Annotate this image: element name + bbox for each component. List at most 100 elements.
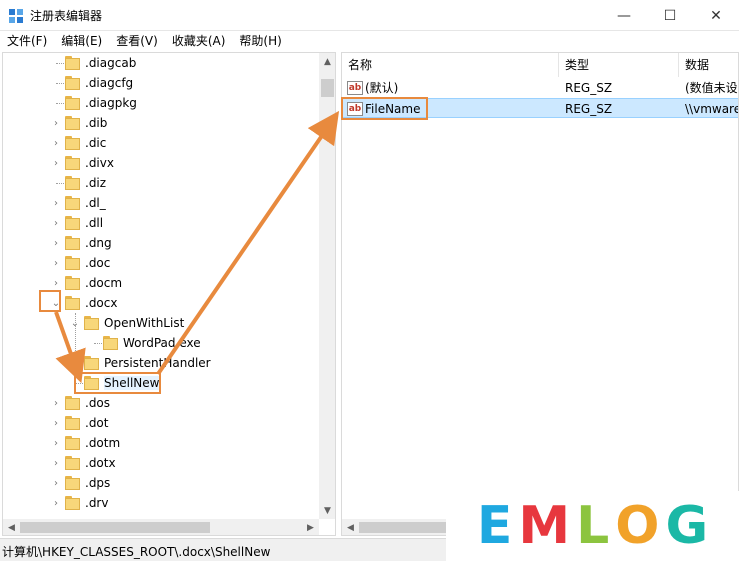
folder-icon <box>65 176 80 190</box>
chevron-right-icon[interactable]: › <box>50 413 62 433</box>
registry-values-pane: 名称 类型 数据 ab (默认) REG_SZ (数值未设 ab FileNam… <box>341 52 739 536</box>
tree-item[interactable]: › .dl_ <box>3 193 319 213</box>
tree-item-label: .diagcfg <box>85 76 134 90</box>
folder-icon <box>65 456 80 470</box>
scroll-left-icon[interactable]: ◀ <box>3 519 20 535</box>
chevron-right-icon[interactable]: › <box>50 433 62 453</box>
close-button[interactable]: ✕ <box>693 0 739 31</box>
tree-connector <box>56 183 64 184</box>
logo-letter: G <box>665 496 709 556</box>
chevron-right-icon[interactable]: › <box>50 193 62 213</box>
chevron-right-icon[interactable]: › <box>50 133 62 153</box>
maximize-button[interactable]: ☐ <box>647 0 693 31</box>
tree-item-label: .diagpkg <box>85 96 137 110</box>
chevron-right-icon[interactable]: › <box>50 393 62 413</box>
tree-item[interactable]: › .drv <box>3 493 319 513</box>
emlog-watermark: E M L O G <box>446 491 739 561</box>
folder-icon <box>65 276 80 290</box>
tree-item-label: .dot <box>85 416 109 430</box>
chevron-right-icon[interactable]: › <box>50 153 62 173</box>
tree-item[interactable]: ⌄ OpenWithList <box>3 313 319 333</box>
chevron-right-icon[interactable]: › <box>50 213 62 233</box>
folder-icon <box>84 316 99 330</box>
highlight-shellnew <box>74 372 161 394</box>
chevron-right-icon[interactable]: › <box>50 473 62 493</box>
tree-item[interactable]: PersistentHandler <box>3 353 319 373</box>
tree-vertical-scrollbar[interactable]: ▲ ▼ <box>319 53 335 519</box>
highlight-docx-expander <box>39 290 61 312</box>
folder-icon <box>65 476 80 490</box>
folder-icon <box>65 236 80 250</box>
tree-item-label: .dotx <box>85 456 116 470</box>
tree-item-label: WordPad.exe <box>123 336 201 350</box>
chevron-right-icon[interactable]: › <box>50 493 62 513</box>
tree-item[interactable]: .diagcab <box>3 53 319 73</box>
folder-icon <box>65 256 80 270</box>
tree-item[interactable]: › .dotx <box>3 453 319 473</box>
tree-item[interactable]: › .dib <box>3 113 319 133</box>
tree-item[interactable]: › .doc <box>3 253 319 273</box>
menu-view[interactable]: 查看(V) <box>116 31 158 51</box>
tree-item[interactable]: › .dos <box>3 393 319 413</box>
tree-connector <box>56 83 64 84</box>
column-header-type[interactable]: 类型 <box>559 53 679 77</box>
status-path: 计算机\HKEY_CLASSES_ROOT\.docx\ShellNew <box>2 545 271 559</box>
tree-item-label: .diagcab <box>85 56 137 70</box>
tree-item[interactable]: › .dng <box>3 233 319 253</box>
folder-icon <box>65 56 80 70</box>
tree-item-label: .dps <box>85 476 111 490</box>
tree-item-label: .dll <box>85 216 104 230</box>
logo-letter: E <box>476 496 513 556</box>
tree-item[interactable]: .diz <box>3 173 319 193</box>
folder-icon <box>65 216 80 230</box>
menu-file[interactable]: 文件(F) <box>7 31 47 51</box>
logo-letter: M <box>518 496 571 556</box>
folder-icon <box>65 196 80 210</box>
regedit-app-icon <box>9 9 23 23</box>
tree-item[interactable]: › .dotm <box>3 433 319 453</box>
maximize-icon: ☐ <box>663 7 677 24</box>
tree-item[interactable]: › .divx <box>3 153 319 173</box>
chevron-right-icon[interactable]: › <box>50 453 62 473</box>
folder-icon <box>65 416 80 430</box>
tree-item[interactable]: › .dll <box>3 213 319 233</box>
value-row-default[interactable]: ab (默认) REG_SZ (数值未设 <box>342 78 738 98</box>
chevron-right-icon[interactable]: › <box>50 113 62 133</box>
folder-icon <box>65 496 80 510</box>
tree-connector <box>56 103 64 104</box>
logo-letter: L <box>576 496 610 556</box>
scroll-right-icon[interactable]: ▶ <box>302 519 319 535</box>
logo-letter: O <box>615 496 660 556</box>
scroll-thumb[interactable] <box>321 79 334 97</box>
title-bar: 注册表编辑器 — ☐ ✕ <box>0 0 739 31</box>
chevron-right-icon[interactable]: › <box>50 253 62 273</box>
menu-bar: 文件(F) 编辑(E) 查看(V) 收藏夹(A) 帮助(H) <box>0 31 739 51</box>
tree-item-label: .diz <box>85 176 107 190</box>
tree-item[interactable]: › .dot <box>3 413 319 433</box>
value-data: \\vmware <box>685 102 739 116</box>
scroll-down-icon[interactable]: ▼ <box>319 502 335 519</box>
value-data: (数值未设 <box>685 81 738 95</box>
menu-help[interactable]: 帮助(H) <box>239 31 281 51</box>
tree-horizontal-scrollbar[interactable]: ◀ ▶ <box>3 519 319 535</box>
menu-edit[interactable]: 编辑(E) <box>61 31 102 51</box>
tree-item[interactable]: WordPad.exe <box>3 333 319 353</box>
tree-connector <box>94 343 102 344</box>
chevron-right-icon[interactable]: › <box>50 233 62 253</box>
tree-item[interactable]: › .dps <box>3 473 319 493</box>
tree-item-label: .docx <box>85 296 118 310</box>
tree-item[interactable]: .diagcfg <box>3 73 319 93</box>
tree-item[interactable]: › .dic <box>3 133 319 153</box>
menu-favorites[interactable]: 收藏夹(A) <box>172 31 226 51</box>
folder-icon <box>103 336 118 350</box>
folder-icon <box>84 356 99 370</box>
tree-item[interactable]: ShellNew <box>3 373 319 393</box>
tree-item-label: OpenWithList <box>104 316 185 330</box>
tree-item[interactable]: .diagpkg <box>3 93 319 113</box>
column-header-data[interactable]: 数据 <box>679 53 738 77</box>
column-header-name[interactable]: 名称 <box>342 53 559 77</box>
scroll-left-icon[interactable]: ◀ <box>342 519 359 535</box>
scroll-thumb[interactable] <box>20 522 210 533</box>
minimize-button[interactable]: — <box>601 0 647 31</box>
scroll-up-icon[interactable]: ▲ <box>319 53 335 70</box>
